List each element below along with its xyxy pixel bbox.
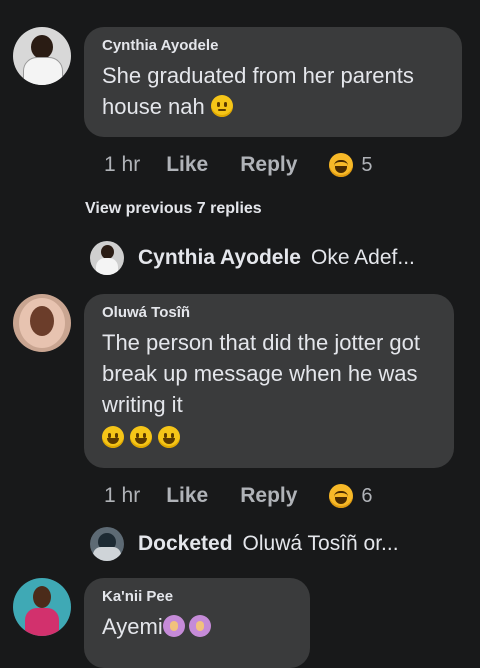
reaction-summary[interactable]: 6 [329, 484, 373, 508]
comment-text: Ayemi [102, 611, 292, 642]
comment-actions: 1 hr Like Reply 6 [104, 481, 373, 511]
laughing-reaction-icon [329, 153, 354, 177]
comment-text: She graduated from her parents house nah [102, 60, 444, 122]
comment-emojis [102, 422, 436, 453]
avatar-docketed-small [90, 527, 124, 561]
laughing-reaction-icon [329, 484, 354, 508]
avatar-oluwa[interactable] [13, 294, 71, 352]
comment-text-content: She graduated from her parents house nah [102, 63, 414, 119]
person-gesturing-ok-emoji-icon [162, 615, 185, 637]
reply-preview-text: Oke Adef... [310, 246, 415, 269]
reply-preview-row[interactable]: Docketed Oluwá Tosîñ or... [90, 527, 399, 561]
comment-author[interactable]: Ka'nii Pee [102, 588, 292, 605]
comment-bubble: Ka'nii Pee Ayemi [84, 578, 310, 668]
avatar-cynthia[interactable] [13, 27, 71, 85]
reply-author[interactable]: Cynthia Ayodele [138, 246, 301, 270]
reaction-count: 6 [361, 484, 373, 507]
grinning-face-emoji-icon [130, 426, 153, 448]
avatar-cynthia-small [90, 241, 124, 275]
rolling-eyes-emoji-icon [210, 95, 233, 117]
reply-preview-row[interactable]: Cynthia Ayodele Oke Adef... [90, 241, 415, 275]
comment-text-content: Ayemi [102, 614, 163, 639]
reply-button[interactable]: Reply [240, 153, 297, 177]
reaction-count: 5 [361, 153, 373, 176]
reply-author[interactable]: Docketed [138, 532, 233, 556]
comment-time: 1 hr [104, 153, 141, 176]
person-gesturing-ok-emoji-icon [188, 615, 211, 637]
grinning-face-emoji-icon [158, 426, 181, 448]
comment-text: The person that did the jotter got break… [102, 330, 420, 417]
view-previous-replies-link[interactable]: View previous 7 replies [85, 200, 262, 218]
reply-button[interactable]: Reply [240, 484, 297, 508]
like-button[interactable]: Like [166, 153, 208, 177]
avatar-kanii[interactable] [13, 578, 71, 636]
grinning-face-emoji-icon [102, 426, 124, 448]
like-button[interactable]: Like [166, 484, 208, 508]
comment-bubble: Oluwá Tosîñ The person that did the jott… [84, 294, 454, 468]
reply-preview-text: Oluwá Tosîñ or... [242, 532, 399, 555]
reaction-summary[interactable]: 5 [329, 153, 373, 177]
comment-author[interactable]: Cynthia Ayodele [102, 37, 444, 54]
comment-time: 1 hr [104, 484, 141, 507]
comment-bubble: Cynthia Ayodele She graduated from her p… [84, 27, 462, 137]
comment-author[interactable]: Oluwá Tosîñ [102, 304, 436, 321]
comment-actions: 1 hr Like Reply 5 [104, 150, 373, 180]
